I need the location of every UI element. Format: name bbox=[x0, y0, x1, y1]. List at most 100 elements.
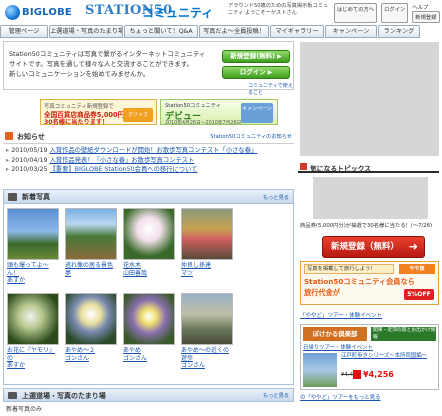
photo-card[interactable]: 仲良し孫達 マツ bbox=[181, 208, 233, 277]
travel-line-2: Station50コミュニティ会員なら bbox=[304, 277, 415, 286]
photo-thumbnail[interactable] bbox=[181, 293, 233, 345]
photo-card[interactable]: 頭も爆ってよ～ん！ あすか bbox=[7, 208, 59, 285]
topics-icon bbox=[300, 163, 307, 170]
community-guide-link[interactable]: コミュニティで使えること bbox=[248, 82, 293, 96]
help-stack: ヘルプ 新規登録 bbox=[412, 3, 440, 23]
login-button-label: ログイン bbox=[239, 68, 266, 76]
photo-author[interactable]: ゴンさん bbox=[65, 355, 117, 363]
photo-author[interactable]: マツ bbox=[181, 270, 233, 278]
topics-header: 気になるトピックス bbox=[298, 161, 439, 173]
photo-card[interactable]: あやめ～２ ゴンさん bbox=[65, 293, 117, 362]
nav-post[interactable]: 写真だよ～全員投稿！ bbox=[199, 25, 269, 38]
photo-thumbnail[interactable] bbox=[7, 208, 59, 260]
photo-card[interactable]: 逃れ像の居る景色 夢 bbox=[65, 208, 117, 277]
tagline: アラウンド50歳のための写真掲示板コミュニティ ようこそーゲストさん bbox=[228, 3, 328, 16]
photo-card[interactable]: あやめ ゴンさん bbox=[123, 293, 175, 362]
biglobe-logo[interactable]: BIGLOBE bbox=[5, 4, 72, 20]
photo-author[interactable]: あすか bbox=[7, 362, 59, 370]
dojo-more-link[interactable]: もっと見る bbox=[263, 392, 289, 399]
yayoi-tour-link[interactable]: 「ややど」ツアー・体験イベント bbox=[300, 311, 439, 319]
photo-title[interactable]: あやめ～の近くの遊歩 bbox=[181, 347, 233, 362]
login-link[interactable]: ログイン bbox=[381, 3, 409, 23]
nav-qa[interactable]: ちょっと聞いて！Q&A bbox=[124, 25, 198, 38]
photo-title[interactable]: あやめ bbox=[123, 347, 175, 355]
news-header: お知らせ Station50コミュニティのお知らせ bbox=[3, 130, 294, 144]
intro-box: Station50コミュニティは写真で繋がるインターネットコミュニティ サイトで… bbox=[3, 41, 294, 96]
news-icon bbox=[5, 132, 13, 140]
photo-title[interactable]: 頭も爆ってよ～ん！ bbox=[7, 262, 59, 277]
beginners-link[interactable]: はじめての方へ bbox=[334, 3, 378, 23]
ad-placeholder-top bbox=[300, 42, 439, 156]
nav-gallery[interactable]: マイギャラリー bbox=[270, 25, 324, 38]
login-button[interactable]: ログイン ▶ bbox=[222, 66, 290, 79]
photo-author[interactable]: ゴンさん bbox=[123, 355, 175, 363]
news-date: 2010/03/25 bbox=[11, 166, 48, 173]
photo-card[interactable]: お花に『ヤモリ』の あすか bbox=[7, 293, 59, 370]
header-links: はじめての方へ ログイン ヘルプ 新規登録 bbox=[334, 3, 440, 23]
bullet-icon: ▸ bbox=[6, 156, 10, 164]
dojo-header: 上選道場・写真のたまり場 もっと見る bbox=[3, 388, 294, 402]
dojo-title: 上選道場・写真のたまり場 bbox=[22, 392, 106, 400]
intro-line-1: Station50コミュニティは写真で繋がるインターネットコミュニティ bbox=[9, 50, 206, 58]
news-link[interactable]: 入賞作品発表！「小さな春」お散歩写真コンテスト bbox=[50, 157, 195, 164]
intro-line-3: 新しいコミュニケーションを始めてみませんか。 bbox=[9, 70, 150, 78]
debut-campaign-banner[interactable]: Station50コミュニティ デビュー 2010年4月26日〜2010年7月2… bbox=[160, 99, 278, 126]
tour-thumbnail[interactable] bbox=[303, 353, 337, 387]
news-link[interactable]: 入賞作品の壁紙ダウンロードが開始！お散歩写真コンテスト「小さな春」 bbox=[50, 147, 258, 154]
photos-more-link[interactable]: もっと見る bbox=[263, 194, 289, 201]
photo-thumbnail[interactable] bbox=[123, 293, 175, 345]
photo-thumbnail[interactable] bbox=[65, 293, 117, 345]
news-more-link[interactable]: Station50コミュニティのお知らせ bbox=[210, 133, 292, 140]
photo-thumbnail[interactable] bbox=[123, 208, 175, 260]
intro-line-2: サイトです。写真を通して様々な人と交流することができます。 bbox=[9, 60, 193, 68]
ad-placeholder-mid bbox=[313, 177, 428, 219]
arrow-right-icon: ▶ bbox=[277, 53, 282, 60]
community-logo[interactable]: コミュニティ bbox=[142, 4, 213, 21]
banner-line-3: 30名様に当たります！ bbox=[44, 119, 109, 126]
photo-card[interactable]: あやめ～の近くの遊歩 ゴンさん bbox=[181, 293, 233, 370]
photo-author[interactable]: ゴンさん bbox=[181, 362, 233, 370]
banner2-dates: 2010年4月26日〜2010年7月26日 bbox=[165, 121, 242, 126]
news-link[interactable]: 【重要】BIGLOBE Station50会員への移行について bbox=[50, 166, 198, 173]
travel-line-3: 旅行代金が bbox=[304, 288, 340, 297]
bullet-icon: ▸ bbox=[6, 147, 10, 154]
sidebar-register-button[interactable]: 新規登録（無料） ➜ bbox=[322, 236, 425, 258]
gift-card-banner[interactable]: 写真コミュニティ新規登録で 全国百貨店商品券5,000円分 30名様に当たります… bbox=[40, 99, 157, 126]
register-link[interactable]: 新規登録 bbox=[412, 11, 440, 23]
photo-card[interactable]: 花水木 山田善哉 bbox=[123, 208, 175, 277]
travel-banner[interactable]: 写真を掲載して旅行しよう！ やや旅 Station50コミュニティ会員なら 旅行… bbox=[300, 261, 439, 305]
pokekara-category-link[interactable]: 日帰りツアー・体験イベント bbox=[303, 343, 373, 351]
help-link[interactable]: ヘルプ bbox=[412, 3, 439, 11]
photo-title[interactable]: お花に『ヤモリ』の bbox=[7, 347, 59, 362]
photo-title[interactable]: 逃れ像の居る景色 bbox=[65, 262, 117, 270]
banner2-line-1: Station50コミュニティ bbox=[165, 103, 221, 109]
register-button[interactable]: 新規登録(無料) ▶ bbox=[222, 50, 290, 63]
news-item: ▸ 2010/04/19 入賞作品発表！「小さな春」お散歩写真コンテスト bbox=[6, 156, 294, 166]
nav-admin[interactable]: 管理ページ bbox=[0, 25, 48, 38]
photo-thumbnail[interactable] bbox=[65, 208, 117, 260]
intro-text: Station50コミュニティは写真で繋がるインターネットコミュニティ サイトで… bbox=[9, 49, 214, 79]
main-nav: 管理ページ 上選道場・写真のたまり場 ちょっと聞いて！Q&A 写真だよ～全員投稿… bbox=[0, 25, 442, 38]
photo-thumbnail[interactable] bbox=[181, 208, 233, 260]
nav-campaign[interactable]: キャンペーン bbox=[325, 25, 377, 38]
news-title: お知らせ bbox=[17, 133, 45, 141]
tour-title-link[interactable]: 江戸町歩きシリーズ〜本所両国編〜 bbox=[341, 353, 437, 360]
news-date: 2010/04/19 bbox=[11, 156, 48, 164]
globe-icon bbox=[5, 4, 20, 20]
photo-title[interactable]: 花水木 bbox=[123, 262, 175, 270]
header: BIGLOBE STATION50 コミュニティ アラウンド50歳のための写真掲… bbox=[0, 0, 442, 24]
more-tours-link[interactable]: の「ややど」ツアーをもっと見る bbox=[300, 393, 439, 401]
pokekara-logo[interactable]: ぽけかる倶楽部 bbox=[303, 327, 367, 341]
news-item: ▸ 2010/05/19 入賞作品の壁紙ダウンロードが開始！お散歩写真コンテスト… bbox=[6, 146, 294, 156]
photo-title[interactable]: あやめ～２ bbox=[65, 347, 117, 355]
arrow-right-icon: ▶ bbox=[267, 69, 273, 76]
photo-title[interactable]: 仲良し孫達 bbox=[181, 262, 233, 270]
nav-ranking[interactable]: ランキング bbox=[378, 25, 420, 38]
photo-author[interactable]: あすか bbox=[7, 277, 59, 285]
dojo-row: 新着写真のみ bbox=[6, 406, 43, 413]
nav-dojo[interactable]: 上選道場・写真のたまり場 bbox=[49, 25, 123, 38]
photo-author[interactable]: 山田善哉 bbox=[123, 270, 175, 278]
pokekara-box: ぽけかる倶楽部 関東・近郊の旅とお出かけ情報 日帰りツアー・体験イベント 江戸町… bbox=[300, 324, 439, 390]
photo-author[interactable]: 夢 bbox=[65, 270, 117, 278]
photo-thumbnail[interactable] bbox=[7, 293, 59, 345]
